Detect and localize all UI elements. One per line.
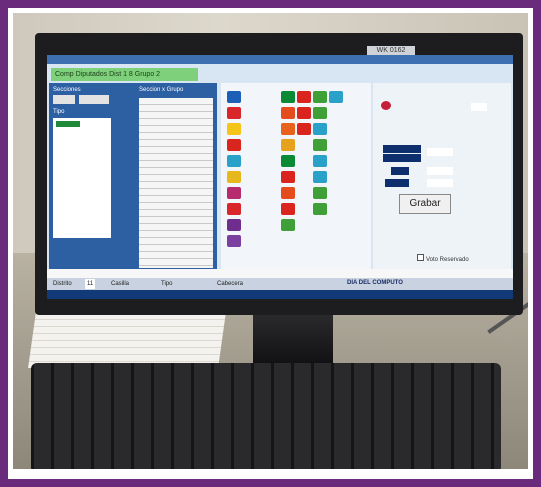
party-logo-icon [313,123,327,135]
grid-strip [47,269,513,278]
status-tipo: Tipo [161,281,173,287]
app-header: Comp Diputados Dist 1 8 Grupo 2 [51,68,198,81]
voto-reservado-label: Voto Reservado [426,257,469,263]
party-logo-icon [227,171,241,183]
grabar-button[interactable]: Grabar [399,194,451,214]
tipo-list[interactable] [53,118,111,238]
photo: WK 0162 Comp Diputados Dist 1 8 Grupo 2 … [13,13,528,469]
electoral-logo-icon [381,101,391,110]
secciones-input[interactable] [53,95,75,104]
party-logo-icon [313,107,327,119]
monitor-stand [253,315,333,367]
top-field[interactable] [471,103,487,111]
taskbar [47,290,513,299]
party-logo-icon [281,187,295,199]
party-logo-icon [313,91,327,103]
field-input[interactable] [427,167,453,175]
field-label [385,179,409,187]
party-logo-icon [329,91,343,103]
party-logo-icon [281,123,295,135]
field-label [391,167,409,175]
party-logo-icon [281,203,295,215]
seccion-grupo-label: Seccion x Grupo [139,87,184,93]
status-cabecera: Cabecera [217,281,244,287]
party-logo-icon [297,123,311,135]
party-logo-icon [227,203,241,215]
party-logo-icon [281,155,295,167]
party-logo-icon [227,139,241,151]
status-bar: Distrito 11 Casilla Tipo Cabecera [47,278,513,290]
party-logo-icon [281,171,295,183]
party-logo-icon [227,187,241,199]
dia-del-computo: DIA DEL COMPUTO [347,280,403,286]
party-logo-icon [281,219,295,231]
screen: Comp Diputados Dist 1 8 Grupo 2 Seccione… [47,55,513,299]
tipo-selected[interactable] [56,121,80,127]
party-logo-icon [313,171,327,183]
party-panel [221,83,371,281]
field-input[interactable] [427,148,453,156]
field-label [383,154,421,162]
monitor: WK 0162 Comp Diputados Dist 1 8 Grupo 2 … [35,33,523,315]
party-logo-icon [297,107,311,119]
party-logo-icon [281,91,295,103]
party-logo-icon [297,91,311,103]
party-logo-icon [313,187,327,199]
party-logo-icon [227,235,241,247]
party-logo-icon [281,107,295,119]
secciones-button[interactable] [79,95,109,104]
party-logo-icon [227,219,241,231]
party-logo-icon [281,139,295,151]
tipo-label: Tipo [53,109,65,115]
party-logo-icon [227,91,241,103]
party-logo-icon [313,155,327,167]
party-logo-icon [227,107,241,119]
status-distrito: Distrito [53,281,72,287]
status-distrito-value[interactable]: 11 [85,279,96,289]
seccion-list[interactable] [139,98,213,268]
status-casilla: Casilla [111,281,130,287]
voto-reservado-checkbox[interactable]: Voto Reservado [417,254,469,263]
field-input[interactable] [427,179,453,187]
window-title-bar [47,55,513,64]
keyboard [31,363,501,469]
party-logo-icon [227,155,241,167]
party-logo-icon [313,203,327,215]
party-logo-icon [313,139,327,151]
field-label [383,145,421,153]
party-logo-icon [227,123,241,135]
secciones-label: Secciones [53,87,81,93]
